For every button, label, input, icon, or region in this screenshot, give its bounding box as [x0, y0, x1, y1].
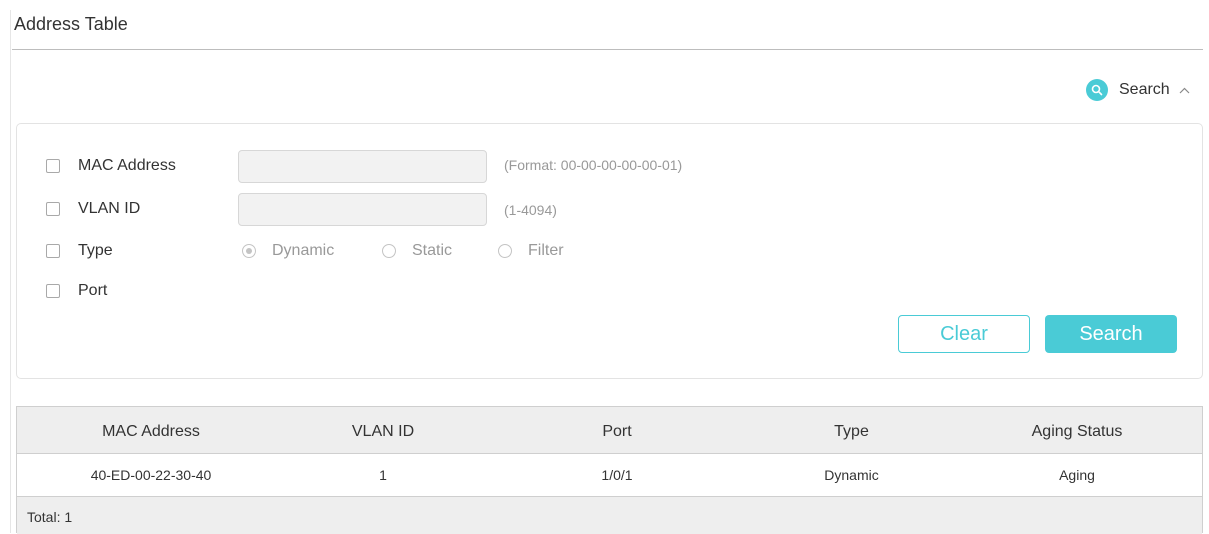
column-header-aging-status[interactable]: Aging Status	[950, 407, 1204, 454]
radio-static[interactable]	[382, 244, 396, 258]
vlan-id-label: VLAN ID	[78, 200, 141, 217]
vlan-id-range-hint: (1-4094)	[504, 202, 557, 218]
mac-address-label: MAC Address	[78, 157, 176, 174]
type-option-static[interactable]: Static	[382, 241, 452, 261]
cell-mac-address: 40-ED-00-22-30-40	[90, 467, 212, 483]
search-button[interactable]: Search	[1045, 315, 1177, 353]
radio-dynamic[interactable]	[242, 244, 256, 258]
column-header-type[interactable]: Type	[753, 407, 950, 454]
search-toggle[interactable]: Search	[1086, 78, 1190, 102]
radio-filter[interactable]	[498, 244, 512, 258]
type-label: Type	[78, 242, 113, 259]
type-option-static-label: Static	[412, 242, 453, 259]
page-left-border	[10, 10, 11, 533]
column-header-port[interactable]: Port	[481, 407, 753, 454]
mac-address-filter-row: MAC Address	[46, 156, 176, 176]
type-option-dynamic-label: Dynamic	[272, 242, 335, 259]
type-option-filter[interactable]: Filter	[498, 241, 564, 261]
type-filter-row: Type	[46, 241, 113, 261]
type-option-filter-label: Filter	[528, 242, 564, 259]
cell-vlan-id: 1	[379, 467, 387, 483]
type-option-dynamic[interactable]: Dynamic	[242, 241, 334, 261]
vlan-id-input[interactable]	[238, 193, 487, 226]
cell-port: 1/0/1	[601, 467, 633, 483]
column-header-mac-address[interactable]: MAC Address	[17, 407, 285, 454]
mac-address-format-hint: (Format: 00-00-00-00-00-01)	[504, 157, 683, 173]
column-header-vlan-id[interactable]: VLAN ID	[285, 407, 481, 454]
address-table: MAC Address VLAN ID Port Type Aging Stat…	[16, 406, 1203, 534]
type-checkbox[interactable]	[46, 244, 60, 258]
search-icon	[1086, 79, 1108, 101]
cell-aging-status: Aging	[1059, 467, 1095, 483]
port-checkbox[interactable]	[46, 284, 60, 298]
table-footer: Total: 1	[17, 497, 1202, 534]
port-filter-row: Port	[46, 281, 107, 301]
cell-type: Dynamic	[824, 467, 879, 483]
radio-selected-dot	[246, 248, 252, 254]
table-row[interactable]: 40-ED-00-22-30-40 1 1/0/1 Dynamic Aging	[17, 454, 1202, 497]
mac-address-input[interactable]	[238, 150, 487, 183]
search-toggle-label: Search	[1119, 81, 1170, 98]
vlan-id-filter-row: VLAN ID	[46, 199, 140, 219]
title-divider	[12, 49, 1203, 50]
chevron-up-icon	[1179, 87, 1190, 94]
clear-button[interactable]: Clear	[898, 315, 1030, 353]
table-header: MAC Address VLAN ID Port Type Aging Stat…	[17, 407, 1202, 454]
page-title: Address Table	[14, 14, 128, 34]
table-total-count: Total: 1	[27, 509, 73, 525]
vlan-id-checkbox[interactable]	[46, 202, 60, 216]
port-label: Port	[78, 282, 108, 299]
mac-address-checkbox[interactable]	[46, 159, 60, 173]
